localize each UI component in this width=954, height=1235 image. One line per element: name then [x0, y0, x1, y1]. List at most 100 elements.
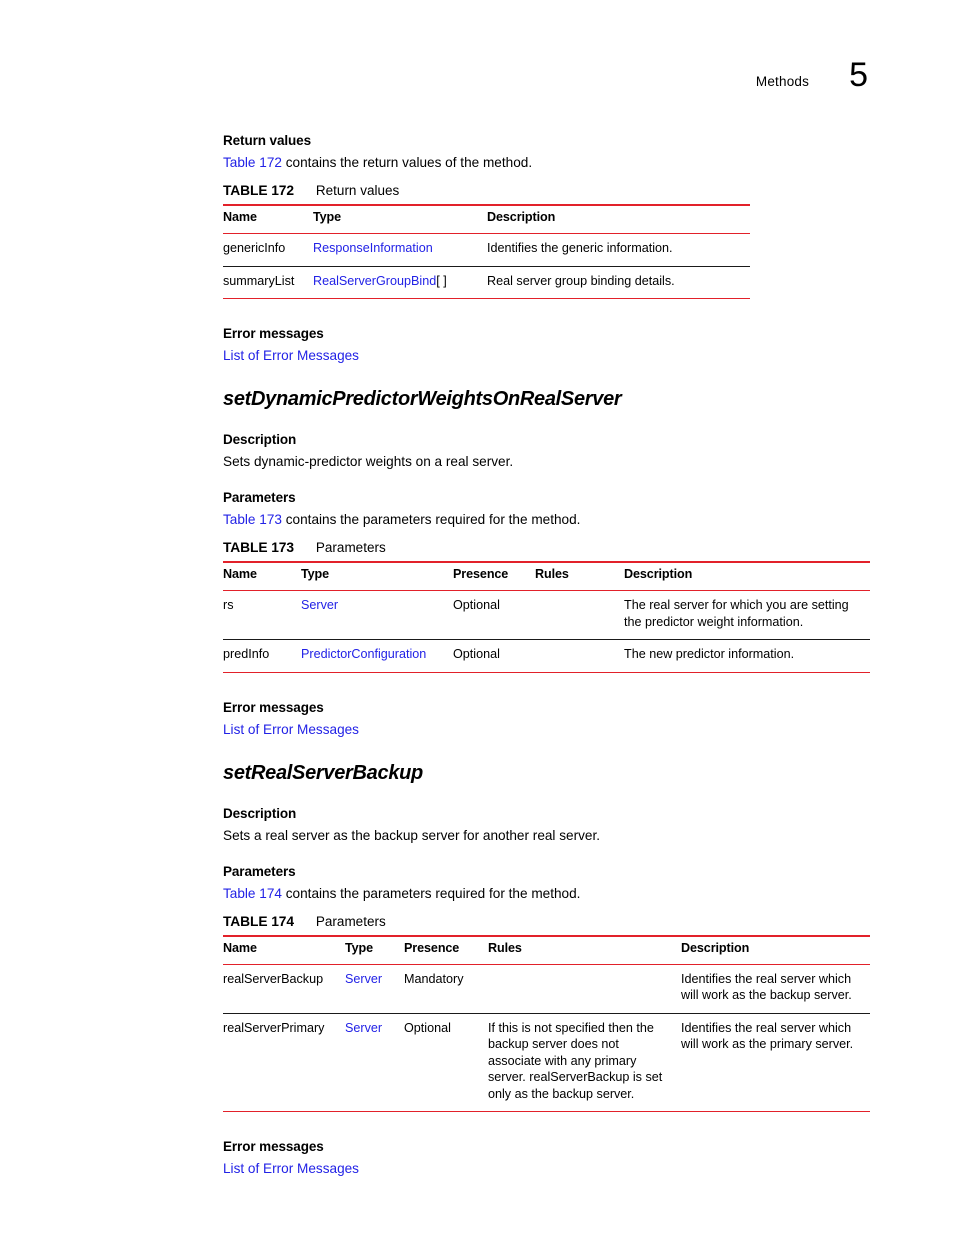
- table-174-r1-presence: Optional: [404, 1013, 488, 1112]
- table-174-r1-type: Server: [345, 1013, 404, 1112]
- table-row: summaryList RealServerGroupBind[ ] Real …: [223, 266, 750, 299]
- type-link-realservergroupbind[interactable]: RealServerGroupBind: [313, 274, 436, 288]
- type-link-predictorconfiguration[interactable]: PredictorConfiguration: [301, 647, 426, 661]
- page-running-header: Methods 5: [756, 58, 868, 92]
- table-172: Name Type Description genericInfo Respon…: [223, 204, 750, 299]
- table-172-r1-name: summaryList: [223, 266, 313, 299]
- table-174-number: TABLE 174: [223, 913, 294, 929]
- table-row: genericInfo ResponseInformation Identifi…: [223, 233, 750, 267]
- table-174-r0-rules: [488, 964, 681, 1014]
- table-172-number: TABLE 172: [223, 183, 294, 198]
- table-172-r0-type: ResponseInformation: [313, 233, 487, 267]
- table-172-caption: TABLE 172 Return values: [223, 182, 883, 200]
- method-2-parameters-intro-rest: contains the parameters required for the…: [281, 885, 581, 901]
- error-messages-1-line: List of Error Messages: [223, 346, 883, 365]
- table-172-col-type: Type: [313, 204, 487, 234]
- section-heading-return-values: Return values: [223, 133, 311, 148]
- method-1-description-text: Sets dynamic-predictor weights on a real…: [223, 454, 514, 469]
- table-173-col-type: Type: [301, 561, 453, 591]
- table-172-r0-description: Identifies the generic information.: [487, 233, 750, 267]
- table-174-title: Parameters: [315, 913, 386, 929]
- table-173-xref-link[interactable]: Table 173: [223, 512, 282, 527]
- table-173-r1-name: predInfo: [223, 639, 301, 673]
- table-172-r0-name: genericInfo: [223, 233, 313, 267]
- return-values-intro: Table 172 contains the return values of …: [223, 153, 883, 172]
- table-173-header-row: Name Type Presence Rules Description: [223, 561, 870, 591]
- table-174-r1-description: Identifies the real server which will wo…: [681, 1013, 870, 1112]
- page-content: Return values Table 172 contains the ret…: [223, 132, 883, 1178]
- table-174-block: TABLE 174 Parameters Name Type Presence R…: [223, 913, 883, 1113]
- type-link-server[interactable]: Server: [301, 598, 338, 612]
- table-174-col-type: Type: [345, 934, 404, 965]
- table-172-r1-description: Real server group binding details.: [487, 266, 750, 299]
- table-173-col-rules: Rules: [535, 561, 624, 591]
- table-173-number: TABLE 173: [223, 540, 294, 555]
- table-173-r0-description: The real server for which you are settin…: [624, 590, 870, 640]
- table-173-col-presence: Presence: [453, 561, 535, 591]
- table-173-r0-type: Server: [301, 590, 453, 640]
- table-173-r1-presence: Optional: [453, 639, 535, 673]
- table-173-col-description: Description: [624, 561, 870, 591]
- section-heading-parameters-2: Parameters: [223, 863, 296, 879]
- method-title-setdynamicpredictorweightsonrealserver: setDynamicPredictorWeightsOnRealServer: [223, 388, 622, 410]
- table-174-xref-link[interactable]: Table 174: [223, 886, 282, 901]
- table-row: predInfo PredictorConfiguration Optional…: [223, 639, 870, 673]
- table-174-r0-type: Server: [345, 964, 404, 1014]
- section-heading-description-2: Description: [223, 805, 297, 821]
- table-174-r1-name: realServerPrimary: [223, 1013, 345, 1112]
- type-link-responseinformation[interactable]: ResponseInformation: [313, 241, 433, 255]
- document-page: Methods 5 Return values Table 172 contai…: [0, 0, 954, 1235]
- list-of-error-messages-link-2[interactable]: List of Error Messages: [223, 722, 359, 737]
- table-173-block: TABLE 173 Parameters Name Type Presence R…: [223, 539, 883, 673]
- section-heading-description-1: Description: [223, 432, 297, 447]
- table-173-r1-type: PredictorConfiguration: [301, 639, 453, 673]
- table-172-header-row: Name Type Description: [223, 204, 750, 234]
- chapter-number: 5: [849, 56, 868, 94]
- table-173-r0-presence: Optional: [453, 590, 535, 640]
- table-row: realServerPrimary Server Optional If thi…: [223, 1013, 870, 1112]
- section-heading-error-messages-3: Error messages: [223, 1139, 324, 1154]
- table-174-caption: TABLE 174 Parameters: [223, 913, 883, 931]
- table-172-xref-link[interactable]: Table 172: [223, 155, 282, 170]
- table-173-r1-rules: [535, 639, 624, 673]
- method-title-setrealserverbackup: setRealServerBackup: [223, 761, 423, 784]
- list-of-error-messages-link-1[interactable]: List of Error Messages: [223, 348, 359, 363]
- section-heading-error-messages-1: Error messages: [223, 326, 324, 341]
- method-2-parameters-intro: Table 174 contains the parameters requir…: [223, 884, 883, 903]
- running-header-title: Methods: [755, 74, 810, 89]
- table-174-r1-rules: If this is not specified then the backup…: [488, 1013, 681, 1112]
- table-174-col-rules: Rules: [488, 934, 681, 965]
- table-173-r1-description: The new predictor information.: [624, 639, 870, 673]
- table-172-col-name: Name: [223, 204, 313, 234]
- table-row: rs Server Optional The real server for w…: [223, 590, 870, 640]
- table-174-col-description: Description: [681, 934, 870, 965]
- type-link-server[interactable]: Server: [345, 972, 382, 986]
- table-174-r0-presence: Mandatory: [404, 964, 488, 1014]
- table-row: realServerBackup Server Mandatory Identi…: [223, 964, 870, 1014]
- table-174-r0-description: Identifies the real server which will wo…: [681, 964, 870, 1014]
- error-messages-2-line: List of Error Messages: [223, 720, 883, 739]
- table-173-title: Parameters: [315, 540, 386, 555]
- table-174-col-name: Name: [223, 934, 345, 965]
- return-values-intro-rest: contains the return values of the method…: [281, 155, 533, 170]
- method-2-description-text: Sets a real server as the backup server …: [223, 827, 601, 843]
- type-link-server[interactable]: Server: [345, 1021, 382, 1035]
- table-172-block: TABLE 172 Return values Name Type Descrip…: [223, 182, 883, 299]
- table-172-title: Return values: [315, 183, 400, 198]
- table-174-col-presence: Presence: [404, 934, 488, 965]
- table-174-r0-name: realServerBackup: [223, 964, 345, 1014]
- section-heading-error-messages-2: Error messages: [223, 699, 324, 715]
- table-173-r0-rules: [535, 590, 624, 640]
- method-1-parameters-intro-rest: contains the parameters required for the…: [281, 512, 581, 527]
- table-172-r1-type: RealServerGroupBind[ ]: [313, 266, 487, 299]
- table-172-col-description: Description: [487, 204, 750, 234]
- table-173-r0-name: rs: [223, 590, 301, 640]
- table-174-header-row: Name Type Presence Rules Description: [223, 934, 870, 965]
- table-173-col-name: Name: [223, 561, 301, 591]
- list-of-error-messages-link-3[interactable]: List of Error Messages: [223, 1161, 359, 1176]
- table-173-caption: TABLE 173 Parameters: [223, 539, 883, 557]
- table-173: Name Type Presence Rules Description rs …: [223, 561, 870, 673]
- table-174: Name Type Presence Rules Description rea…: [223, 934, 870, 1113]
- section-heading-parameters-1: Parameters: [223, 490, 296, 505]
- error-messages-3-line: List of Error Messages: [223, 1159, 883, 1178]
